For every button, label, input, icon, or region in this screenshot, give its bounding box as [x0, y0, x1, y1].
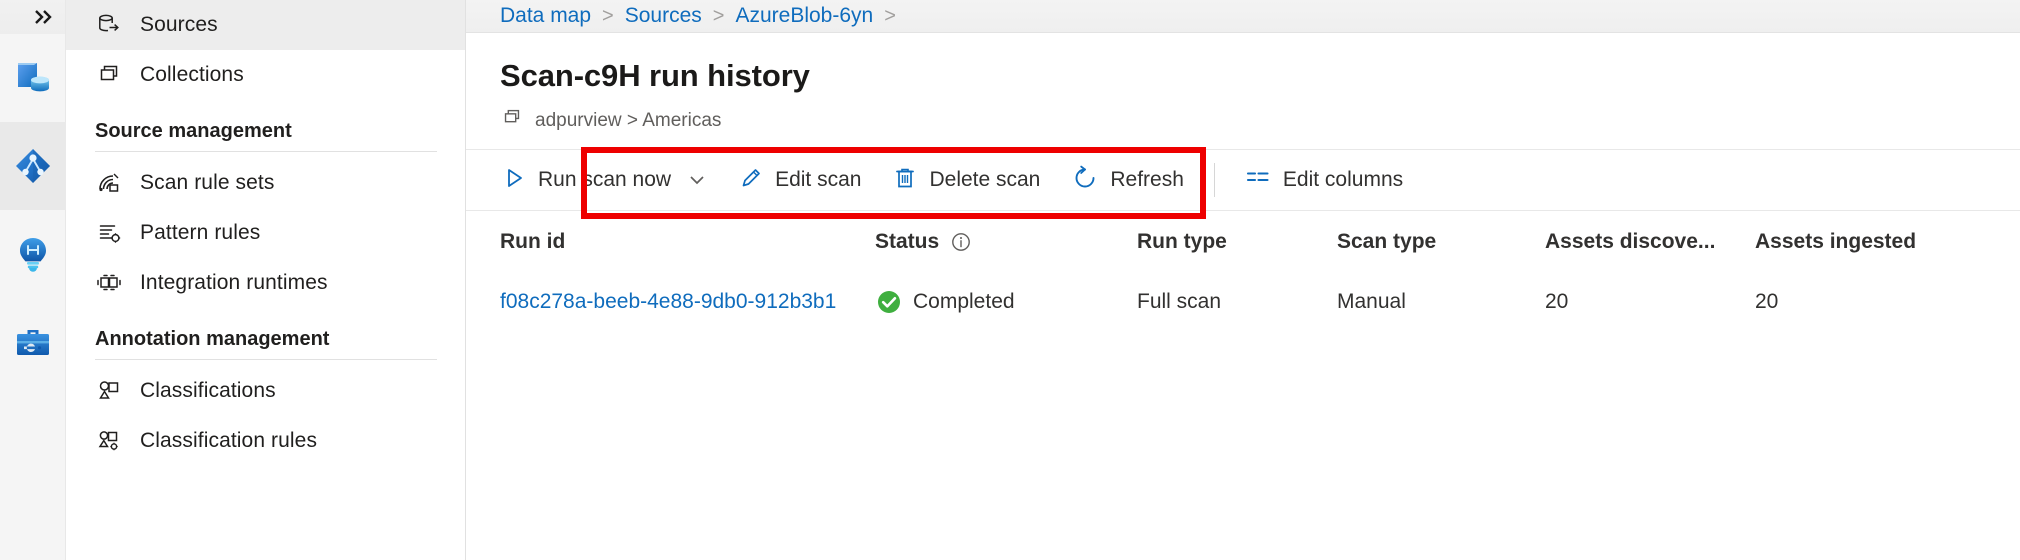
pattern-rules-icon [95, 220, 122, 247]
column-header-status-label: Status [875, 230, 939, 254]
columns-lines-icon [1245, 165, 1271, 196]
sidebar-item-pattern-rules[interactable]: Pattern rules [66, 208, 465, 258]
page-header: Scan-c9H run history adpurview > America… [466, 33, 2020, 135]
sidebar-item-classification-rules[interactable]: Classification rules [66, 416, 465, 466]
cell-run-id: f08c278a-beeb-4e88-9db0-912b3b1 [500, 290, 875, 314]
page-title: Scan-c9H run history [500, 59, 2020, 93]
expand-sidebar-button[interactable] [0, 0, 65, 34]
rail-item-data-catalog[interactable] [0, 34, 66, 122]
refresh-circular-arrow-icon [1072, 165, 1098, 196]
scan-rule-sets-icon [95, 170, 122, 197]
main-content: Data map > Sources > AzureBlob-6yn > Sca… [466, 0, 2020, 560]
divider [95, 359, 437, 360]
column-header-assets-discovered[interactable]: Assets discove... [1545, 230, 1755, 254]
edit-scan-label: Edit scan [775, 168, 861, 192]
collections-icon [500, 106, 524, 135]
edit-columns-label: Edit columns [1283, 168, 1403, 192]
column-header-assets-ingested[interactable]: Assets ingested [1755, 230, 1985, 254]
check-circle-green-icon [875, 288, 903, 316]
sources-icon [95, 12, 122, 39]
status-text: Completed [913, 290, 1015, 314]
sidebar-nav: Sources Collections Source management [66, 0, 466, 560]
sidebar-item-label: Sources [140, 13, 218, 37]
rail-item-data-map[interactable] [0, 122, 66, 210]
diamond-network-icon [13, 146, 53, 186]
refresh-label: Refresh [1110, 168, 1184, 192]
table-header-row: Run id Status Run type Scan type Assets … [500, 211, 2020, 273]
collection-path-text: adpurview > Americas [535, 110, 721, 132]
toolbox-icon [13, 322, 53, 362]
sidebar-item-scan-rule-sets[interactable]: Scan rule sets [66, 158, 465, 208]
breadcrumb-separator-icon: > [591, 5, 625, 28]
rail-item-insights[interactable] [0, 210, 66, 298]
lightbulb-icon [13, 234, 53, 274]
refresh-button[interactable]: Refresh [1056, 156, 1200, 204]
breadcrumb-item-azureblob[interactable]: AzureBlob-6yn [735, 4, 873, 28]
chevron-double-right-icon [34, 9, 56, 25]
classifications-icon [95, 378, 122, 405]
left-icon-rail [0, 0, 66, 560]
run-history-table: Run id Status Run type Scan type Assets … [466, 211, 2020, 331]
breadcrumb-separator-icon: > [873, 5, 907, 28]
divider [95, 151, 437, 152]
sidebar-group-title: Annotation management [66, 308, 465, 359]
sidebar-group-title: Source management [66, 100, 465, 151]
breadcrumb-separator-icon: > [702, 5, 736, 28]
column-header-scan-type[interactable]: Scan type [1337, 230, 1545, 254]
sidebar-item-label: Classification rules [140, 429, 317, 453]
sidebar-item-label: Classifications [140, 379, 276, 403]
purview-scan-run-history-page: Sources Collections Source management [0, 0, 2020, 560]
sidebar-item-label: Collections [140, 63, 244, 87]
cell-assets-ingested: 20 [1755, 290, 1985, 314]
column-header-run-id[interactable]: Run id [500, 230, 875, 254]
edit-columns-button[interactable]: Edit columns [1229, 156, 1419, 204]
breadcrumb-item-sources[interactable]: Sources [625, 4, 702, 28]
breadcrumb: Data map > Sources > AzureBlob-6yn > [466, 0, 2020, 33]
sidebar-item-label: Scan rule sets [140, 171, 274, 195]
delete-scan-label: Delete scan [929, 168, 1040, 192]
toolbar-container: Run scan now Edit scan [466, 149, 2020, 211]
book-database-icon [13, 58, 53, 98]
sidebar-item-sources[interactable]: Sources [66, 0, 465, 50]
sidebar-item-label: Pattern rules [140, 221, 260, 245]
rail-item-management[interactable] [0, 298, 66, 386]
play-triangle-icon [502, 166, 526, 195]
trash-icon [893, 166, 917, 195]
cell-run-type: Full scan [1137, 290, 1337, 314]
sidebar-item-label: Integration runtimes [140, 271, 328, 295]
delete-scan-button[interactable]: Delete scan [877, 156, 1056, 204]
cell-scan-type: Manual [1337, 290, 1545, 314]
chevron-down-icon[interactable] [687, 170, 707, 190]
run-scan-now-button[interactable]: Run scan now [486, 156, 723, 204]
command-toolbar: Run scan now Edit scan [466, 149, 2020, 211]
run-scan-now-label: Run scan now [538, 168, 671, 192]
table-row[interactable]: f08c278a-beeb-4e88-9db0-912b3b1 Complete… [500, 273, 2020, 331]
edit-scan-button[interactable]: Edit scan [723, 156, 877, 204]
info-circle-icon[interactable] [950, 231, 972, 253]
sidebar-item-collections[interactable]: Collections [66, 50, 465, 100]
breadcrumb-item-data-map[interactable]: Data map [500, 4, 591, 28]
integration-runtimes-icon [95, 270, 122, 297]
column-header-run-type[interactable]: Run type [1137, 230, 1337, 254]
cell-assets-discovered: 20 [1545, 290, 1755, 314]
sidebar-item-classifications[interactable]: Classifications [66, 366, 465, 416]
column-header-status[interactable]: Status [875, 230, 1137, 254]
pencil-icon [739, 166, 763, 195]
run-id-link[interactable]: f08c278a-beeb-4e88-9db0-912b3b1 [500, 290, 860, 314]
collections-icon [95, 62, 122, 89]
toolbar-divider [1214, 163, 1215, 197]
classification-rules-icon [95, 428, 122, 455]
collection-path: adpurview > Americas [500, 106, 2020, 135]
cell-status: Completed [875, 288, 1137, 316]
sidebar-item-integration-runtimes[interactable]: Integration runtimes [66, 258, 465, 308]
